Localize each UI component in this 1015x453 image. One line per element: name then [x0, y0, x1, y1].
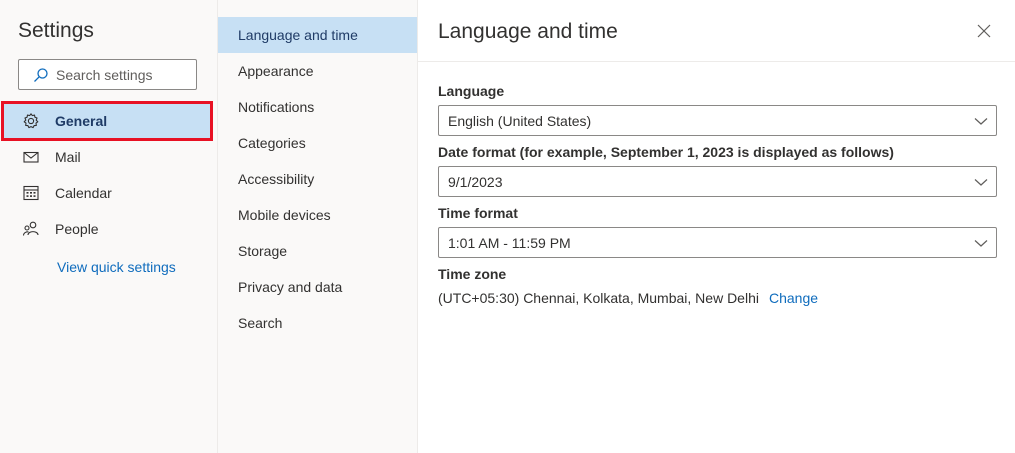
people-icon — [22, 220, 40, 238]
time-format-value: 1:01 AM - 11:59 PM — [448, 234, 571, 251]
mail-icon — [22, 148, 40, 166]
settings-nav: Settings General Mail — [0, 0, 218, 453]
subnav-item-privacy-and-data[interactable]: Privacy and data — [218, 269, 417, 305]
gear-icon — [22, 112, 40, 130]
close-button[interactable] — [974, 21, 994, 41]
date-format-value: 9/1/2023 — [448, 173, 503, 190]
language-value: English (United States) — [448, 112, 592, 129]
time-zone-label: Time zone — [438, 266, 507, 282]
header-divider — [418, 61, 1015, 62]
nav-item-label: People — [55, 221, 99, 237]
time-zone-row: (UTC+05:30) Chennai, Kolkata, Mumbai, Ne… — [438, 290, 818, 306]
nav-item-label: Calendar — [55, 185, 112, 201]
chevron-down-icon — [974, 179, 988, 186]
general-settings-nav: Language and time Appearance Notificatio… — [218, 0, 418, 453]
view-quick-settings-link[interactable]: View quick settings — [57, 259, 176, 275]
search-box[interactable] — [18, 59, 197, 90]
time-format-label: Time format — [438, 205, 518, 221]
date-format-label: Date format (for example, September 1, 2… — [438, 144, 894, 160]
nav-item-people[interactable]: People — [4, 212, 210, 246]
close-icon — [977, 24, 991, 38]
subnav-item-language-and-time[interactable]: Language and time — [218, 17, 417, 53]
chevron-down-icon — [974, 240, 988, 247]
settings-title: Settings — [18, 19, 94, 42]
calendar-icon — [22, 184, 40, 202]
time-format-dropdown[interactable]: 1:01 AM - 11:59 PM — [438, 227, 997, 258]
subnav-item-appearance[interactable]: Appearance — [218, 53, 417, 89]
change-time-zone-link[interactable]: Change — [769, 290, 818, 306]
date-format-dropdown[interactable]: 9/1/2023 — [438, 166, 997, 197]
nav-item-label: General — [55, 113, 108, 129]
nav-item-general[interactable]: General — [1, 101, 213, 141]
search-icon — [34, 67, 48, 82]
page-title: Language and time — [438, 20, 618, 43]
subnav-item-search[interactable]: Search — [218, 305, 417, 341]
settings-content-panel: Language and time Language English (Unit… — [418, 0, 1015, 453]
subnav-item-notifications[interactable]: Notifications — [218, 89, 417, 125]
language-dropdown[interactable]: English (United States) — [438, 105, 997, 136]
chevron-down-icon — [974, 118, 988, 125]
subnav-item-storage[interactable]: Storage — [218, 233, 417, 269]
search-input[interactable] — [56, 66, 186, 83]
subnav-item-categories[interactable]: Categories — [218, 125, 417, 161]
language-label: Language — [438, 83, 505, 99]
nav-item-label: Mail — [55, 149, 81, 165]
subnav-item-accessibility[interactable]: Accessibility — [218, 161, 417, 197]
subnav-item-mobile-devices[interactable]: Mobile devices — [218, 197, 417, 233]
nav-item-calendar[interactable]: Calendar — [4, 176, 210, 210]
time-zone-value: (UTC+05:30) Chennai, Kolkata, Mumbai, Ne… — [438, 290, 759, 306]
nav-item-mail[interactable]: Mail — [4, 140, 210, 174]
